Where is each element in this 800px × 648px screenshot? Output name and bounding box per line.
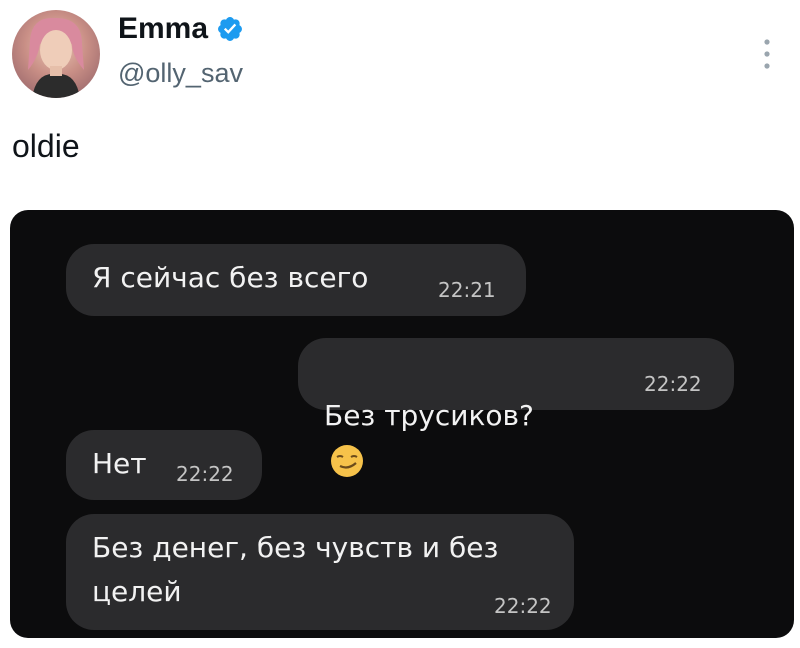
tweet-media-chat-screenshot[interactable]: Я сейчас без всего 22:21 Без трусиков? 2… (10, 210, 794, 638)
chat-message-incoming: Я сейчас без всего 22:21 (66, 244, 526, 316)
message-text: Я сейчас без всего (92, 261, 369, 294)
author-handle[interactable]: @olly_sav (118, 58, 243, 89)
message-time: 22:22 (176, 462, 234, 486)
message-content: Без трусиков? (324, 350, 534, 482)
author-display-name[interactable]: Emma (118, 12, 208, 46)
more-vertical-icon[interactable] (760, 36, 774, 72)
message-text: Без денег, без чувств и без целей (92, 531, 499, 608)
message-time: 22:21 (438, 278, 496, 302)
message-time: 22:22 (494, 594, 552, 618)
message-time: 22:22 (644, 372, 702, 396)
avatar[interactable] (12, 10, 100, 98)
message-text: Без трусиков? (324, 399, 534, 432)
tweet-text: oldie (12, 128, 80, 164)
chat-message-incoming: Без денег, без чувств и без целей 22:22 (66, 514, 574, 630)
message-text: Нет (92, 447, 147, 480)
author-name-row[interactable]: Emma (118, 12, 244, 46)
chat-message-outgoing: Без трусиков? 22:22 (298, 338, 734, 477)
verified-badge-icon (218, 17, 243, 41)
chat-message-incoming: Нет 22:22 (66, 430, 262, 500)
smirking-face-emoji-icon (331, 445, 363, 477)
avatar-image (28, 17, 84, 98)
